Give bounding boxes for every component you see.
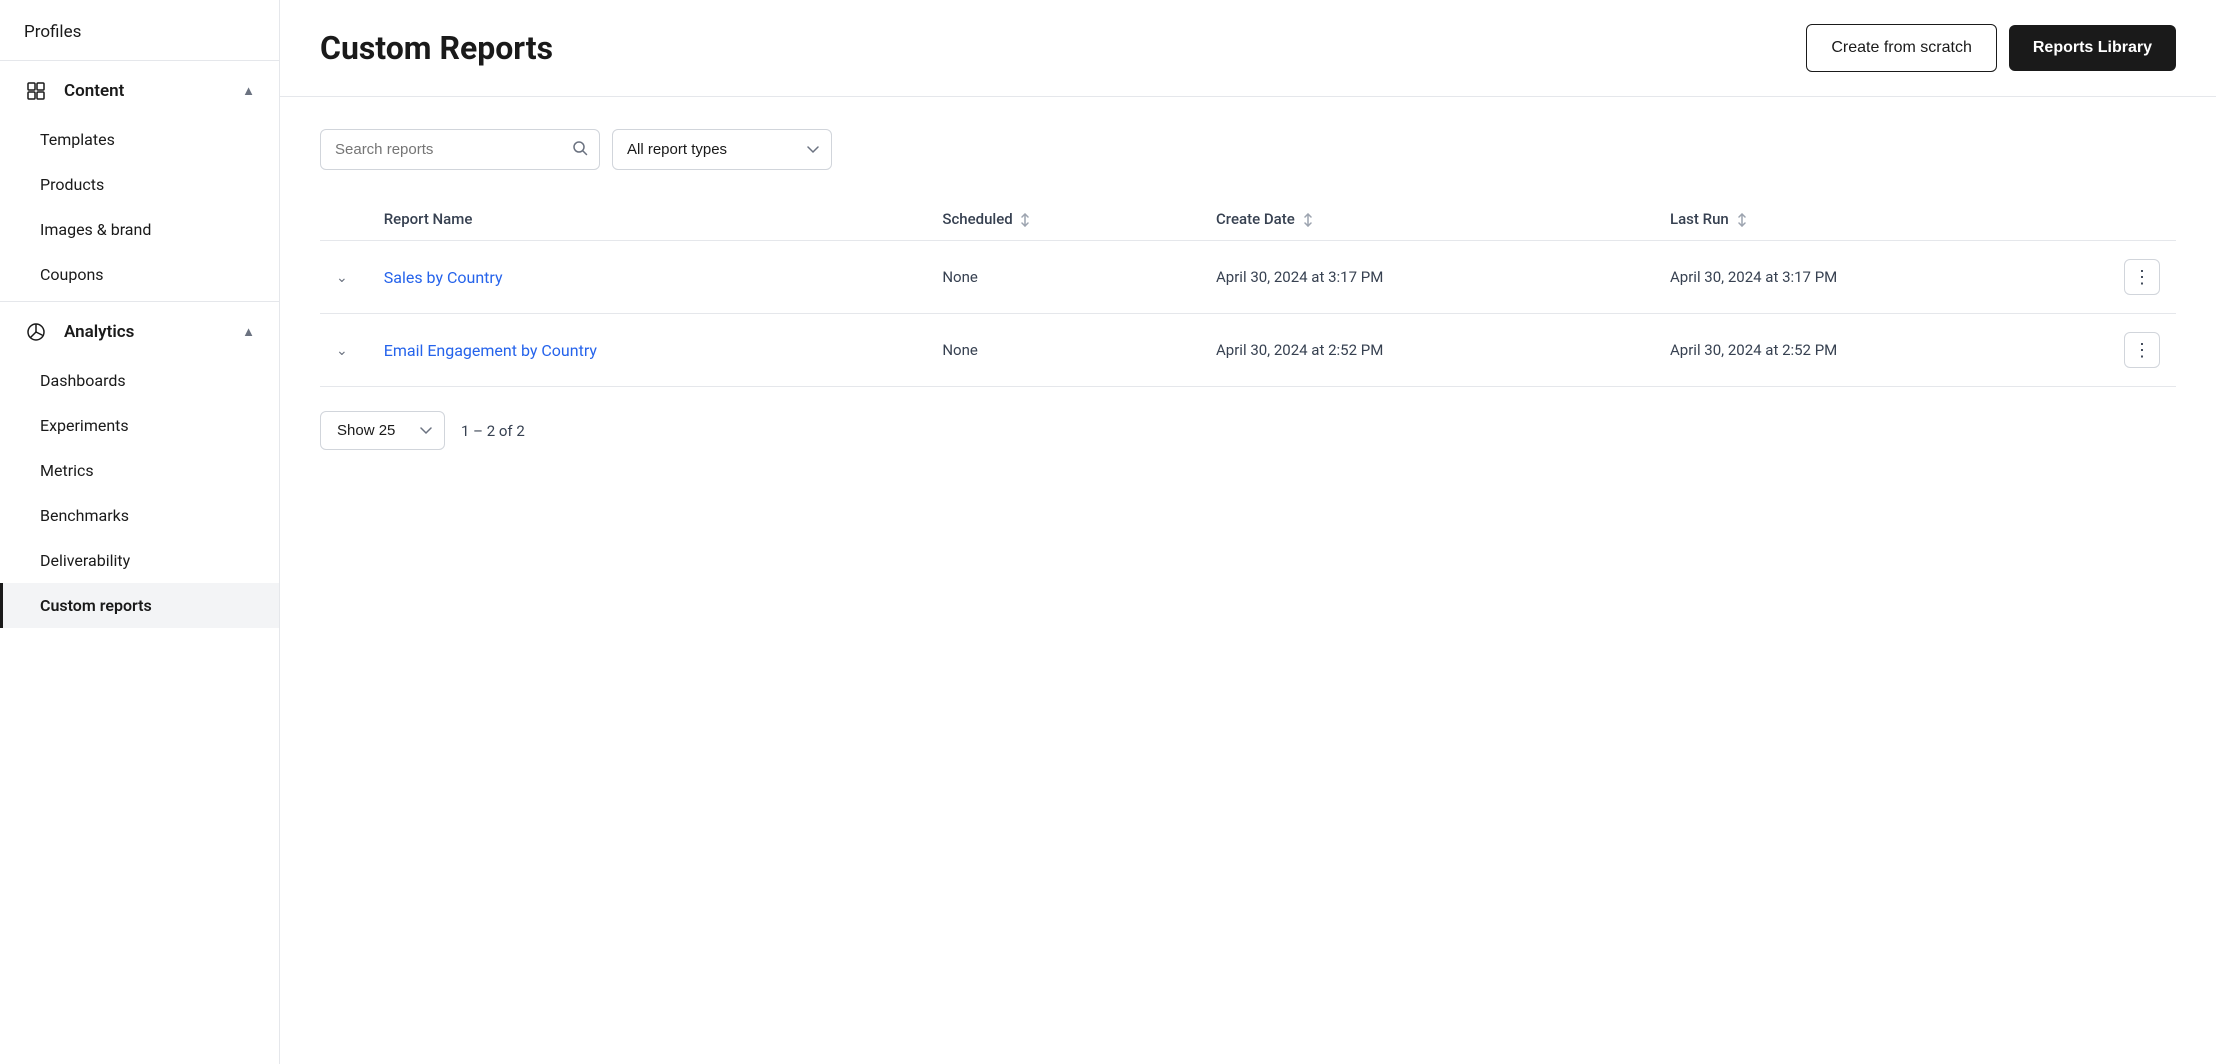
sidebar-item-deliverability[interactable]: Deliverability <box>0 538 279 583</box>
row1-last-run-cell: April 30, 2024 at 3:17 PM <box>1654 241 2108 314</box>
content-area: All report types Email SMS Report Name S… <box>280 97 2216 1064</box>
scheduled-sort-icon <box>1020 213 1030 227</box>
last-run-sort-icon <box>1737 213 1747 227</box>
sidebar-item-experiments[interactable]: Experiments <box>0 403 279 448</box>
row2-name-link[interactable]: Email Engagement by Country <box>384 341 597 360</box>
sidebar-item-images-brand[interactable]: Images & brand <box>0 207 279 252</box>
th-report-name-label: Report Name <box>384 210 473 228</box>
sidebar-item-dashboards-label: Dashboards <box>40 371 126 390</box>
row1-expand-chevron[interactable]: ⌄ <box>336 270 348 286</box>
th-expand <box>320 198 368 241</box>
th-actions <box>2108 198 2176 241</box>
th-last-run-label: Last Run <box>1670 210 1729 228</box>
row2-actions-button[interactable]: ⋮ <box>2124 332 2160 368</box>
pagination-row: Show 10 Show 25 Show 50 Show 100 1 – 2 o… <box>320 411 2176 450</box>
row2-create-date-cell: April 30, 2024 at 2:52 PM <box>1200 314 1654 387</box>
sidebar-section-content[interactable]: Content ▲ <box>0 65 279 117</box>
main-content: Custom Reports Create from scratch Repor… <box>280 0 2216 1064</box>
create-date-sort-icon <box>1303 213 1313 227</box>
sidebar-item-templates[interactable]: Templates <box>0 117 279 162</box>
sidebar-item-profiles-label: Profiles <box>24 22 81 42</box>
row2-name-cell: Email Engagement by Country <box>368 314 927 387</box>
sidebar-item-dashboards[interactable]: Dashboards <box>0 358 279 403</box>
sidebar-item-products-label: Products <box>40 175 104 194</box>
sidebar-item-experiments-label: Experiments <box>40 416 129 435</box>
table-row: ⌄ Sales by Country None April 30, 2024 a… <box>320 241 2176 314</box>
sidebar-item-benchmarks-label: Benchmarks <box>40 506 129 525</box>
reports-table: Report Name Scheduled Cre <box>320 198 2176 387</box>
th-create-date-label: Create Date <box>1216 210 1295 228</box>
row2-actions-cell: ⋮ <box>2108 314 2176 387</box>
sidebar-item-coupons-label: Coupons <box>40 265 104 284</box>
sidebar-divider-1 <box>0 60 279 61</box>
th-last-run[interactable]: Last Run <box>1654 198 2108 241</box>
page-title: Custom Reports <box>320 29 553 67</box>
sidebar-item-custom-reports-label: Custom reports <box>40 596 152 615</box>
row1-expand-cell: ⌄ <box>320 241 368 314</box>
row2-last-run-cell: April 30, 2024 at 2:52 PM <box>1654 314 2108 387</box>
create-from-scratch-button[interactable]: Create from scratch <box>1806 24 1996 72</box>
row1-name-cell: Sales by Country <box>368 241 927 314</box>
row1-actions-button[interactable]: ⋮ <box>2124 259 2160 295</box>
th-scheduled[interactable]: Scheduled <box>926 198 1200 241</box>
row1-name-inner: Sales by Country <box>384 268 911 287</box>
search-input[interactable] <box>320 129 600 170</box>
analytics-section-icon <box>24 320 48 344</box>
sidebar-item-deliverability-label: Deliverability <box>40 551 130 570</box>
sidebar-item-metrics[interactable]: Metrics <box>0 448 279 493</box>
content-section-icon <box>24 79 48 103</box>
report-type-select[interactable]: All report types Email SMS <box>612 129 832 170</box>
show-select-wrapper: Show 10 Show 25 Show 50 Show 100 <box>320 411 445 450</box>
page-header: Custom Reports Create from scratch Repor… <box>280 0 2216 97</box>
filters-row: All report types Email SMS <box>320 129 2176 170</box>
table-header-row: Report Name Scheduled Cre <box>320 198 2176 241</box>
sidebar-item-templates-label: Templates <box>40 130 115 149</box>
sidebar-item-products[interactable]: Products <box>0 162 279 207</box>
row1-actions-cell: ⋮ <box>2108 241 2176 314</box>
sidebar-item-custom-reports[interactable]: Custom reports <box>0 583 279 628</box>
row2-expand-cell: ⌄ <box>320 314 368 387</box>
th-create-date[interactable]: Create Date <box>1200 198 1654 241</box>
content-chevron-icon: ▲ <box>242 83 255 99</box>
sidebar-item-profiles[interactable]: Profiles <box>0 8 279 56</box>
sidebar-section-analytics[interactable]: Analytics ▲ <box>0 306 279 358</box>
sidebar-item-coupons[interactable]: Coupons <box>0 252 279 297</box>
table-row: ⌄ Email Engagement by Country None April… <box>320 314 2176 387</box>
sidebar: Profiles Content ▲ Templates Products Im… <box>0 0 280 1064</box>
row2-expand-chevron[interactable]: ⌄ <box>336 343 348 359</box>
analytics-section-header-inner: Analytics <box>24 320 134 344</box>
pagination-info: 1 – 2 of 2 <box>461 422 525 440</box>
th-report-name: Report Name <box>368 198 927 241</box>
content-section-header-inner: Content <box>24 79 124 103</box>
row1-scheduled-cell: None <box>926 241 1200 314</box>
analytics-section-label: Analytics <box>64 322 134 342</box>
show-select[interactable]: Show 10 Show 25 Show 50 Show 100 <box>320 411 445 450</box>
row2-scheduled-cell: None <box>926 314 1200 387</box>
sidebar-item-benchmarks[interactable]: Benchmarks <box>0 493 279 538</box>
sidebar-item-images-brand-label: Images & brand <box>40 220 151 239</box>
header-buttons: Create from scratch Reports Library <box>1806 24 2176 72</box>
th-scheduled-label: Scheduled <box>942 210 1012 228</box>
search-wrapper <box>320 129 600 170</box>
analytics-chevron-icon: ▲ <box>242 324 255 340</box>
row1-name-link[interactable]: Sales by Country <box>384 268 503 287</box>
row2-name-inner: Email Engagement by Country <box>384 341 911 360</box>
row1-create-date-cell: April 30, 2024 at 3:17 PM <box>1200 241 1654 314</box>
sidebar-divider-2 <box>0 301 279 302</box>
reports-library-button[interactable]: Reports Library <box>2009 25 2176 71</box>
sidebar-item-metrics-label: Metrics <box>40 461 94 480</box>
content-section-label: Content <box>64 81 124 101</box>
